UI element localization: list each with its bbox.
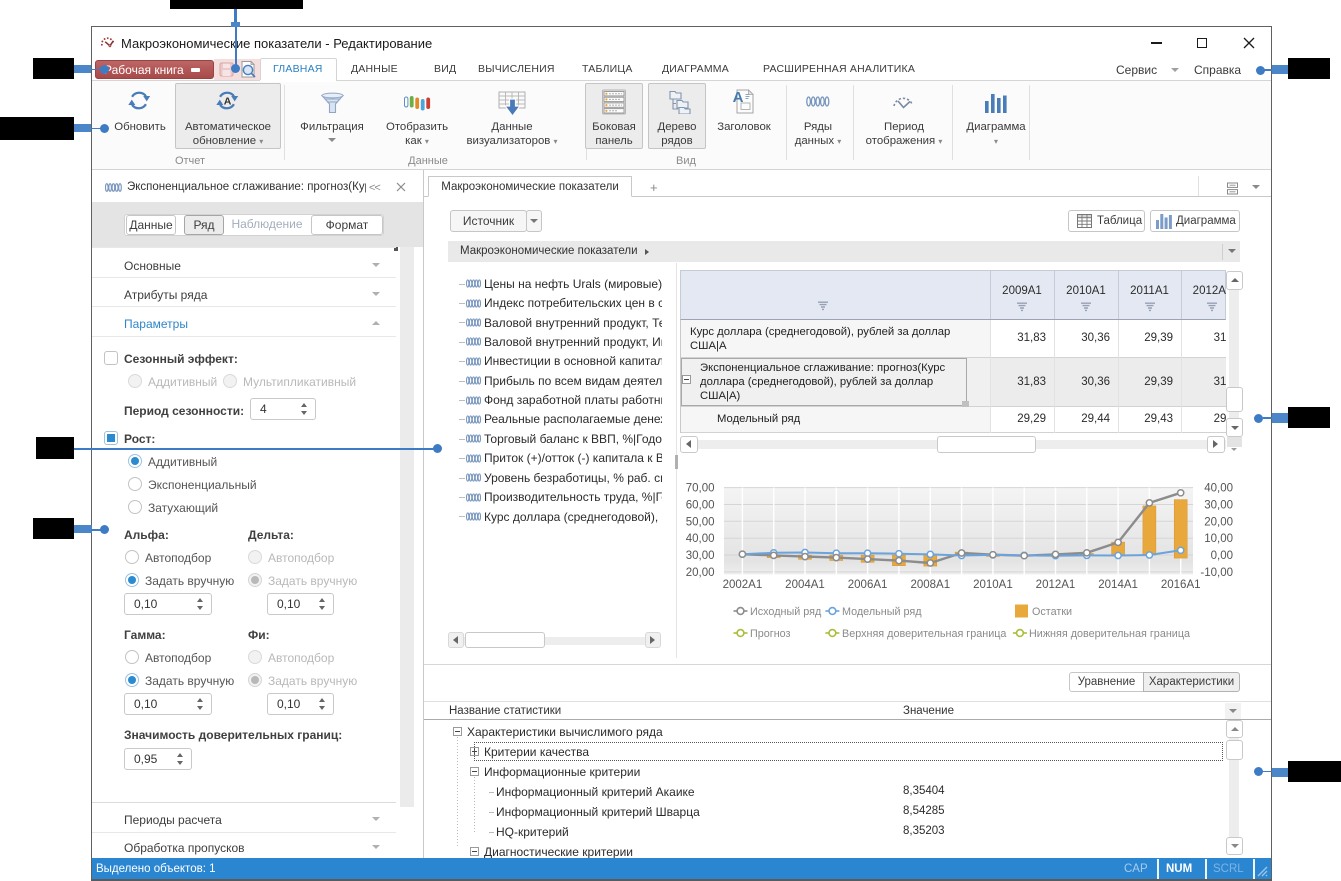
svg-text:40,00: 40,00 (1204, 483, 1233, 495)
svg-text:60,00: 60,00 (686, 500, 715, 512)
svg-text:2014A1: 2014A1 (1098, 579, 1138, 591)
svg-text:2006A1: 2006A1 (848, 579, 888, 591)
svg-text:2004A1: 2004A1 (785, 579, 825, 591)
svg-text:Верхняя доверительная граница: Верхняя доверительная граница (842, 628, 1006, 640)
svg-text:Прогноз: Прогноз (750, 628, 791, 640)
svg-text:20,00: 20,00 (1204, 516, 1233, 528)
svg-text:70,00: 70,00 (686, 483, 715, 495)
svg-text:50,00: 50,00 (686, 516, 715, 528)
svg-text:2010A1: 2010A1 (973, 579, 1013, 591)
svg-text:A: A (733, 89, 744, 106)
svg-text:Модельный ряд: Модельный ряд (842, 606, 922, 618)
svg-text:10,00: 10,00 (1204, 533, 1233, 545)
svg-text:Исходный ряд: Исходный ряд (750, 606, 822, 618)
svg-text:2012A1: 2012A1 (1036, 579, 1076, 591)
svg-text:2016A1: 2016A1 (1161, 579, 1201, 591)
svg-text:Остатки: Остатки (1032, 606, 1072, 618)
svg-text:2008A1: 2008A1 (910, 579, 950, 591)
svg-text:30,00: 30,00 (686, 550, 715, 562)
svg-text:20,00: 20,00 (686, 567, 715, 579)
svg-text:30,00: 30,00 (1204, 500, 1233, 512)
svg-text:0,00: 0,00 (1211, 550, 1233, 562)
svg-text:-10,00: -10,00 (1200, 567, 1233, 579)
svg-text:2002A1: 2002A1 (723, 579, 763, 591)
svg-text:A: A (224, 96, 232, 108)
svg-text:Нижняя доверительная граница: Нижняя доверительная граница (1029, 628, 1190, 640)
svg-text:40,00: 40,00 (686, 533, 715, 545)
